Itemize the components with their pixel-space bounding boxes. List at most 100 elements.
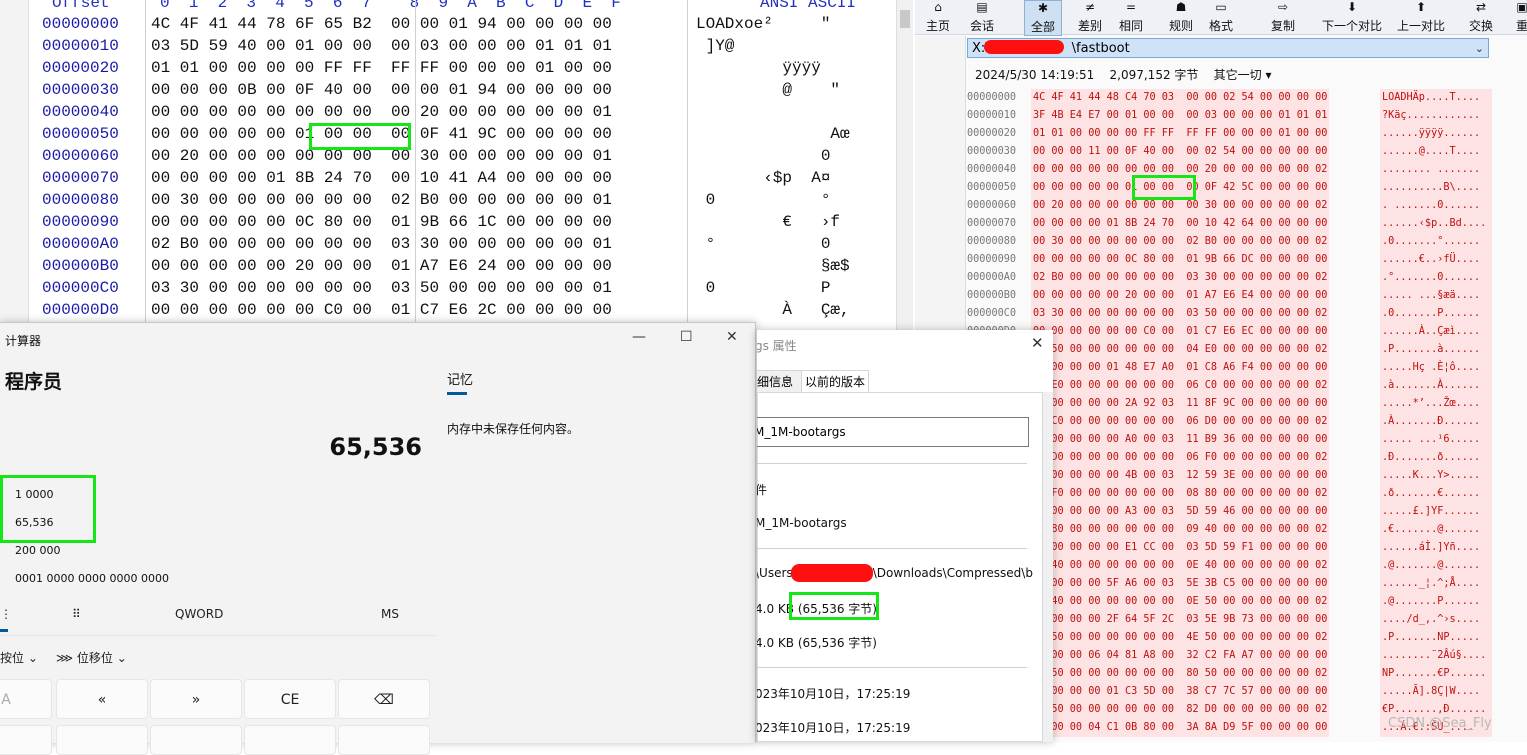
- row-ascii[interactable]: ‹$p A¤: [696, 169, 830, 187]
- compare-row-hex[interactable]: 06 D0 00 00 00 00 00 00 06 F0 00 00 00 0…: [1031, 449, 1330, 467]
- compare-row-ascii[interactable]: ......_¦.^;Å....: [1380, 575, 1492, 593]
- compare-row-hex[interactable]: 04 E0 00 00 00 00 00 00 06 C0 00 00 00 0…: [1031, 377, 1330, 395]
- compare-row-hex[interactable]: 00 00 00 11 00 0F 40 00 00 02 54 00 00 0…: [1031, 143, 1330, 161]
- row-hex[interactable]: 4C 4F 41 44 78 6F 65 B2 00 00 01 94 00 0…: [151, 15, 612, 33]
- compare-row-hex[interactable]: 00 00 00 00 01 C3 5D 00 38 C7 7C 57 00 0…: [1031, 683, 1330, 701]
- compare-row-hex[interactable]: 00 00 00 00 01 8B 24 70 00 10 42 64 00 0…: [1031, 215, 1330, 233]
- compare-row-hex[interactable]: 03 30 00 00 00 00 00 00 03 50 00 00 00 0…: [1031, 305, 1330, 323]
- compare-row-ascii[interactable]: .....Ã].8Ç|W....: [1380, 683, 1492, 701]
- row-ascii[interactable]: 0: [696, 147, 831, 165]
- compare-row-hex[interactable]: 00 00 00 00 5F A6 00 03 5E 3B C5 00 00 0…: [1031, 575, 1330, 593]
- close-button[interactable]: ✕: [1031, 334, 1044, 352]
- properties-scrollbar[interactable]: [1043, 392, 1053, 742]
- toolbar-button-format[interactable]: ▭ 格式: [1203, 0, 1239, 34]
- compare-row-ascii[interactable]: .À.......Ð......: [1380, 413, 1492, 431]
- row-ascii[interactable]: Aœ: [696, 125, 849, 143]
- compare-row-hex[interactable]: 01 01 00 00 00 00 FF FF FF FF 00 00 00 0…: [1031, 125, 1330, 143]
- row-ascii[interactable]: € ›f: [696, 213, 840, 231]
- compare-row-ascii[interactable]: .P.......à......: [1380, 341, 1492, 359]
- row-ascii[interactable]: 0 °: [696, 191, 831, 209]
- row-hex[interactable]: 00 00 00 0B 00 0F 40 00 00 00 01 94 00 0…: [151, 81, 612, 99]
- key-right-shift[interactable]: »: [150, 679, 242, 719]
- compare-row-hex[interactable]: 00 00 00 00 00 0C 80 00 01 9B 66 DC 00 0…: [1031, 251, 1330, 269]
- compare-row-hex[interactable]: 00 00 00 00 01 48 E7 A0 01 C8 A6 F4 00 0…: [1031, 359, 1330, 377]
- row-ascii[interactable]: LOADxoe² ": [696, 15, 830, 33]
- compare-row-ascii[interactable]: ......‹$p..Bd....: [1380, 215, 1492, 233]
- key-left-shift[interactable]: «: [56, 679, 148, 719]
- compare-row-hex[interactable]: 4E 50 00 00 00 00 00 00 80 50 00 00 00 0…: [1031, 665, 1330, 683]
- oct-value[interactable]: 200 000: [15, 544, 61, 557]
- compare-row-hex[interactable]: 00 30 00 00 00 00 00 00 02 B0 00 00 00 0…: [1031, 233, 1330, 251]
- compare-row-hex[interactable]: 00 00 00 00 00 2A 92 03 11 8F 9C 00 00 0…: [1031, 395, 1330, 413]
- bit-toggle-icon[interactable]: ⠿: [72, 607, 81, 621]
- toolbar-button-swap[interactable]: ⇄ 交换: [1466, 0, 1496, 34]
- compare-row-ascii[interactable]: .P.......NP.....: [1380, 629, 1492, 647]
- row-ascii[interactable]: À Çæ,: [696, 301, 849, 319]
- compare-row-ascii[interactable]: .Ð.......ð......: [1380, 449, 1492, 467]
- compare-row-hex[interactable]: 4C 4F 41 44 48 C4 70 03 00 00 02 54 00 0…: [1031, 89, 1330, 107]
- compare-row-ascii[interactable]: .@.......@......: [1380, 557, 1492, 575]
- compare-row-ascii[interactable]: . .......0......: [1380, 197, 1492, 215]
- toolbar-button-diff[interactable]: ≠ 差别: [1072, 0, 1108, 34]
- row-hex[interactable]: 00 30 00 00 00 00 00 00 02 B0 00 00 00 0…: [151, 191, 612, 209]
- word-size-button[interactable]: QWORD: [175, 607, 223, 621]
- toolbar-button-rules[interactable]: ☗ 规则: [1163, 0, 1199, 34]
- key-ce[interactable]: CE: [244, 679, 336, 719]
- row-hex[interactable]: 03 5D 59 40 00 01 00 00 00 03 00 00 00 0…: [151, 37, 612, 55]
- toolbar-button-next-diff[interactable]: ⬇ 下一个对比: [1317, 0, 1387, 34]
- close-button[interactable]: ✕: [726, 329, 738, 345]
- tab-details[interactable]: 细信息: [757, 370, 805, 394]
- filename-field[interactable]: M_1M-bootargs: [757, 417, 1029, 447]
- key-row2-3[interactable]: [150, 725, 242, 755]
- compare-row-ascii[interactable]: ..... ...§æä....: [1380, 287, 1492, 305]
- memory-tab[interactable]: 记忆: [447, 369, 473, 388]
- row-hex[interactable]: 00 00 00 00 00 20 00 00 01 A7 E6 24 00 0…: [151, 257, 612, 275]
- row-ascii[interactable]: 0 P: [696, 279, 831, 297]
- toolbar-button-session[interactable]: ▤ 会话: [962, 0, 1002, 34]
- compare-row-ascii[interactable]: .0.......P......: [1380, 305, 1492, 323]
- compare-row-ascii[interactable]: .ð.......€......: [1380, 485, 1492, 503]
- compare-row-ascii[interactable]: ..........B\....: [1380, 179, 1492, 197]
- compare-row-hex[interactable]: 06 F0 00 00 00 00 00 00 08 80 00 00 00 0…: [1031, 485, 1330, 503]
- compare-row-hex[interactable]: 0E 50 00 00 00 00 00 00 4E 50 00 00 00 0…: [1031, 629, 1330, 647]
- key-row2-1[interactable]: [0, 725, 52, 755]
- row-ascii[interactable]: @ ": [696, 81, 840, 99]
- chevron-down-icon[interactable]: ⌄: [1475, 39, 1484, 59]
- toolbar-button-same[interactable]: = 相同: [1116, 0, 1146, 34]
- compare-row-ascii[interactable]: .....£.]YF......: [1380, 503, 1492, 521]
- compare-row-hex[interactable]: 00 00 00 04 C1 0B 80 00 3A 8A D9 5F 00 0…: [1031, 719, 1330, 737]
- row-hex[interactable]: 00 00 00 00 01 8B 24 70 00 10 41 A4 00 0…: [151, 169, 612, 187]
- vertical-scrollbar[interactable]: [896, 0, 913, 330]
- compare-row-hex[interactable]: 00 00 00 00 00 20 00 00 01 A7 E6 E4 00 0…: [1031, 287, 1330, 305]
- compare-row-hex[interactable]: 00 00 00 00 00 4B 00 03 12 59 3E 00 00 0…: [1031, 467, 1330, 485]
- row-ascii[interactable]: §æ$: [696, 257, 850, 275]
- compare-row-ascii[interactable]: ........ .......: [1380, 161, 1492, 179]
- toolbar-button-copy[interactable]: ⇨ 复制: [1265, 0, 1301, 34]
- memory-store-button[interactable]: MS: [381, 607, 399, 621]
- compare-row-ascii[interactable]: .....K...Y>.....: [1380, 467, 1492, 485]
- row-hex[interactable]: 02 B0 00 00 00 00 00 00 03 30 00 00 00 0…: [151, 235, 612, 253]
- maximize-button[interactable]: ☐: [680, 329, 693, 345]
- key-row2-2[interactable]: [56, 725, 148, 755]
- compare-row-ascii[interactable]: .@.......P......: [1380, 593, 1492, 611]
- compare-row-ascii[interactable]: ?Käç............: [1380, 107, 1492, 125]
- compare-row-ascii[interactable]: NP.......€P......: [1380, 665, 1492, 683]
- compare-row-hex[interactable]: 00 00 00 00 00 E1 CC 00 03 5D 59 F1 00 0…: [1031, 539, 1330, 557]
- compare-row-ascii[interactable]: ..../d_,.^›s....: [1380, 611, 1492, 629]
- key-row2-4[interactable]: [244, 725, 336, 755]
- compare-row-ascii[interactable]: .0.......°......: [1380, 233, 1492, 251]
- compare-row-hex[interactable]: 00 00 00 00 00 00 C0 00 01 C7 E6 EC 00 0…: [1031, 323, 1330, 341]
- row-hex[interactable]: 00 00 00 00 00 00 C0 00 01 C7 E6 2C 00 0…: [151, 301, 612, 319]
- compare-row-ascii[interactable]: .à.......À......: [1380, 377, 1492, 395]
- row-hex[interactable]: 00 00 00 00 00 0C 80 00 01 9B 66 1C 00 0…: [151, 213, 612, 231]
- compare-row-ascii[interactable]: ........¨2Âú§....: [1380, 647, 1492, 665]
- compare-row-hex[interactable]: 08 80 00 00 00 00 00 00 09 40 00 00 00 0…: [1031, 521, 1330, 539]
- compare-row-ascii[interactable]: .....*’...Žœ....: [1380, 395, 1492, 413]
- key-a[interactable]: A: [0, 679, 52, 719]
- row-hex[interactable]: 03 30 00 00 00 00 00 00 03 50 00 00 00 0…: [151, 279, 612, 297]
- row-ascii[interactable]: ]Y@: [696, 37, 735, 55]
- toolbar-button-prev-diff[interactable]: ⬆ 上一对比: [1391, 0, 1451, 34]
- compare-row-ascii[interactable]: .€.......@......: [1380, 521, 1492, 539]
- compare-row-ascii[interactable]: ......áÌ.]Yñ....: [1380, 539, 1492, 557]
- compare-row-ascii[interactable]: .°.......0......: [1380, 269, 1492, 287]
